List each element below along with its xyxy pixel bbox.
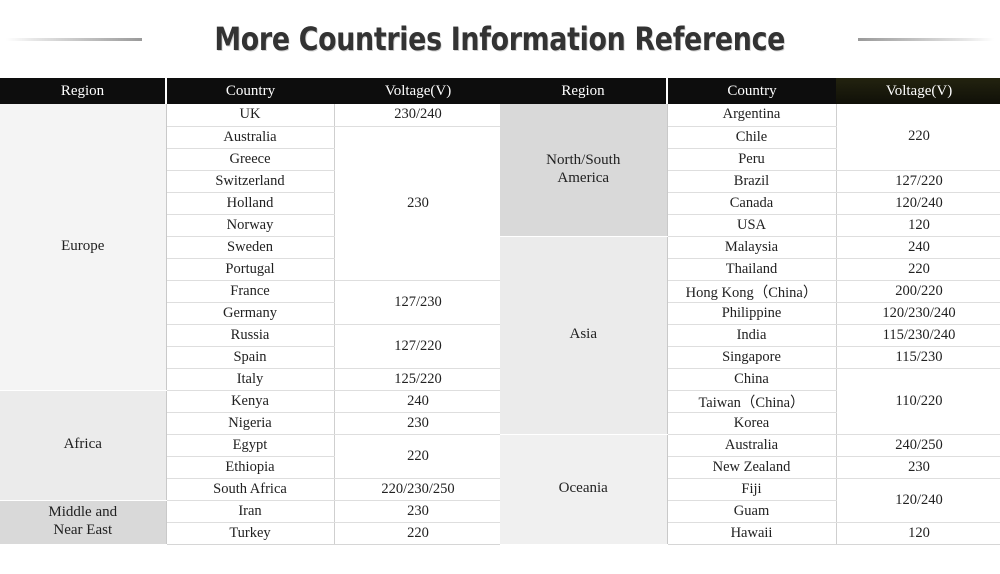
country-cell[interactable]: Fiji	[667, 478, 837, 501]
right-voltage-table-wrapper: Region Country Voltage(V) North/South Americ…	[500, 78, 1000, 546]
voltage-cell[interactable]: 120	[836, 214, 1000, 237]
country-cell[interactable]: USA	[667, 214, 837, 237]
voltage-cell[interactable]: 230	[334, 412, 503, 435]
column-header-voltage[interactable]: Voltage(V)	[334, 78, 502, 104]
voltage-cell[interactable]: 220	[334, 522, 503, 545]
country-cell[interactable]: UK	[166, 104, 335, 127]
country-cell[interactable]: Thailand	[667, 258, 837, 281]
voltage-cell[interactable]: 220	[836, 104, 1000, 171]
table-row: Africa Kenya 240	[0, 390, 503, 501]
voltage-cell[interactable]: 230	[836, 456, 1000, 479]
voltage-cell[interactable]: 120	[836, 522, 1000, 545]
voltage-cell[interactable]: 240/250	[836, 434, 1000, 457]
voltage-cell[interactable]: 220	[836, 258, 1000, 281]
country-cell[interactable]: Taiwan（China）	[667, 390, 837, 413]
voltage-cell[interactable]: 127/220	[836, 170, 1000, 193]
country-cell[interactable]: China	[667, 368, 837, 391]
table-row: Middle and Near East Iran 230	[0, 500, 503, 545]
country-cell[interactable]: Australia	[667, 434, 837, 457]
country-cell[interactable]: Italy	[166, 368, 335, 391]
region-cell-north-south-america[interactable]: North/South America	[500, 104, 668, 237]
country-cell[interactable]: Norway	[166, 214, 335, 237]
country-cell[interactable]: Turkey	[166, 522, 335, 545]
title-bar: More Countries Information Reference	[0, 0, 1000, 78]
voltage-cell[interactable]: 220	[334, 434, 503, 479]
voltage-cell[interactable]: 127/230	[334, 280, 503, 325]
country-cell[interactable]: New Zealand	[667, 456, 837, 479]
country-cell[interactable]: Malaysia	[667, 236, 837, 259]
country-cell[interactable]: France	[166, 280, 335, 303]
column-header-region[interactable]: Region	[0, 78, 166, 104]
column-header-voltage[interactable]: Voltage(V)	[836, 78, 1000, 104]
left-voltage-table: Region Country Voltage(V) Europe UK 230/240 Au…	[0, 78, 503, 545]
column-header-country[interactable]: Country	[165, 78, 334, 104]
country-cell[interactable]: Iran	[166, 500, 335, 523]
country-cell[interactable]: South Africa	[166, 478, 335, 501]
country-cell[interactable]: Sweden	[166, 236, 335, 259]
voltage-cell[interactable]: 120/240	[836, 192, 1000, 215]
country-cell[interactable]: Argentina	[667, 104, 837, 127]
country-cell[interactable]: Hong Kong（China）	[667, 280, 837, 303]
country-cell[interactable]: India	[667, 324, 837, 347]
table-header-row: Region Country Voltage(V)	[500, 78, 1000, 104]
country-cell[interactable]: Brazil	[667, 170, 837, 193]
region-cell-oceania[interactable]: Oceania	[500, 434, 668, 545]
country-cell[interactable]: Kenya	[166, 390, 335, 413]
region-cell-europe[interactable]: Europe	[0, 104, 167, 391]
table-row: Asia Malaysia 240	[500, 236, 1000, 435]
page-title: More Countries Information Reference	[214, 20, 786, 58]
region-cell-africa[interactable]: Africa	[0, 390, 167, 501]
voltage-cell[interactable]: 230	[334, 126, 503, 281]
country-cell[interactable]: Peru	[667, 148, 837, 171]
voltage-cell[interactable]: 125/220	[334, 368, 503, 391]
country-cell[interactable]: Nigeria	[166, 412, 335, 435]
country-cell[interactable]: Canada	[667, 192, 837, 215]
right-voltage-table: Region Country Voltage(V) North/South Americ…	[500, 78, 1000, 545]
column-header-country[interactable]: Country	[666, 78, 836, 104]
country-cell[interactable]: Singapore	[667, 346, 837, 369]
voltage-cell[interactable]: 230/240	[334, 104, 503, 127]
decorative-rule-left	[6, 37, 143, 41]
country-cell[interactable]: Greece	[166, 148, 335, 171]
region-cell-asia[interactable]: Asia	[500, 236, 668, 435]
table-row: Europe UK 230/240	[0, 104, 503, 391]
country-cell[interactable]: Guam	[667, 500, 837, 523]
country-cell[interactable]: Egypt	[166, 434, 335, 457]
country-cell[interactable]: Switzerland	[166, 170, 335, 193]
voltage-cell[interactable]: 120/230/240	[836, 302, 1000, 325]
voltage-cell[interactable]: 240	[836, 236, 1000, 259]
country-cell[interactable]: Portugal	[166, 258, 335, 281]
voltage-cell[interactable]: 115/230/240	[836, 324, 1000, 347]
region-cell-middle-and-near-east[interactable]: Middle and Near East	[0, 500, 167, 545]
country-cell[interactable]: Germany	[166, 302, 335, 325]
country-cell[interactable]: Holland	[166, 192, 335, 215]
left-voltage-table-wrapper: Region Country Voltage(V) Europe UK 230/240 Au…	[0, 78, 503, 546]
voltage-cell[interactable]: 220/230/250	[334, 478, 503, 501]
voltage-cell[interactable]: 120/240	[836, 478, 1000, 523]
country-cell[interactable]: Ethiopia	[166, 456, 335, 479]
country-cell[interactable]: Spain	[166, 346, 335, 369]
country-cell[interactable]: Philippine	[667, 302, 837, 325]
country-cell[interactable]: Korea	[667, 412, 837, 435]
voltage-cell[interactable]: 110/220	[836, 368, 1000, 435]
voltage-cell[interactable]: 230	[334, 500, 503, 523]
voltage-cell[interactable]: 115/230	[836, 346, 1000, 369]
voltage-cell[interactable]: 200/220	[836, 280, 1000, 303]
country-cell[interactable]: Hawaii	[667, 522, 837, 545]
country-cell[interactable]: Chile	[667, 126, 837, 149]
tables-container: Region Country Voltage(V) Europe UK 230/240 Au…	[0, 78, 1000, 546]
voltage-cell[interactable]: 240	[334, 390, 503, 413]
country-cell[interactable]: Russia	[166, 324, 335, 347]
table-row: North/South America Argentina 220	[500, 104, 1000, 237]
country-cell[interactable]: Australia	[166, 126, 335, 149]
voltage-cell[interactable]: 127/220	[334, 324, 503, 369]
column-header-region[interactable]: Region	[500, 78, 667, 104]
decorative-rule-right	[857, 37, 995, 41]
table-row: Oceania Australia 240/250	[500, 434, 1000, 545]
table-header-row: Region Country Voltage(V)	[0, 78, 502, 104]
